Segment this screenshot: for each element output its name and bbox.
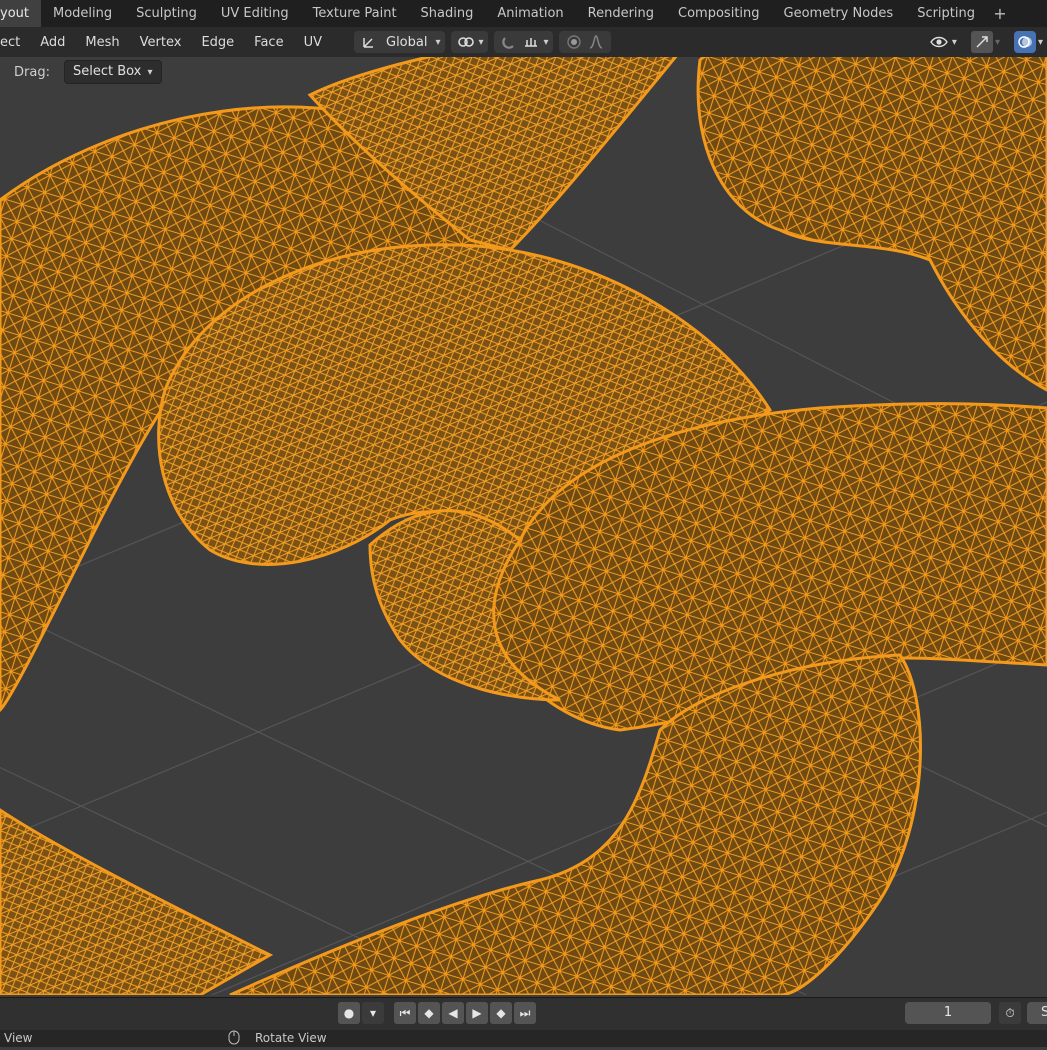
play-reverse-icon[interactable]: ◀ [442, 1002, 464, 1024]
menu-add[interactable]: Add [30, 35, 75, 50]
tab-texture-paint[interactable]: Texture Paint [301, 0, 409, 27]
proportional-group [558, 31, 611, 53]
mouse-icon [228, 1030, 240, 1050]
visibility-eye-icon [928, 31, 950, 53]
tab-shading[interactable]: Shading [409, 0, 486, 27]
timeline-bar: ● ▾ ⏮ ◆ ◀ ▶ ◆ ⏭ 1 ⏱ S [0, 997, 1047, 1030]
proportional-edit-icon[interactable] [563, 31, 585, 53]
menu-face[interactable]: Face [244, 35, 293, 50]
tab-rendering[interactable]: Rendering [576, 0, 666, 27]
overlay-icon [1013, 31, 1036, 53]
transform-orientation-icon [358, 31, 380, 53]
falloff-icon[interactable] [585, 31, 607, 53]
jump-end-icon[interactable]: ⏭ [514, 1002, 536, 1024]
current-frame-field[interactable]: 1 [905, 1002, 991, 1024]
tab-layout[interactable]: yout [0, 0, 41, 27]
visibility-dropdown[interactable]: ▾ [923, 31, 961, 53]
chevron-down-icon: ▾ [147, 67, 153, 78]
next-keyframe-icon[interactable]: ◆ [490, 1002, 512, 1024]
viewport-canvas [0, 27, 1047, 995]
tab-modeling[interactable]: Modeling [41, 0, 124, 27]
viewport-header: ect Add Mesh Vertex Edge Face UV Global … [0, 27, 1047, 57]
menu-vertex[interactable]: Vertex [130, 35, 192, 50]
tab-sculpting[interactable]: Sculpting [124, 0, 209, 27]
add-workspace-icon[interactable]: + [987, 4, 1013, 23]
tab-geometry-nodes[interactable]: Geometry Nodes [772, 0, 906, 27]
pivot-dropdown[interactable]: ▾ [450, 31, 488, 53]
drag-label: Drag: [14, 64, 50, 80]
snap-target-icon[interactable] [520, 31, 542, 53]
drag-select-dropdown[interactable]: Select Box ▾ [63, 60, 162, 84]
record-icon[interactable]: ● [338, 1002, 360, 1024]
workspace-tabs: yout Modeling Sculpting UV Editing Textu… [0, 0, 1047, 28]
chain-mesh [0, 27, 1047, 995]
transform-orientation-dropdown[interactable]: Global ▾ [354, 31, 445, 53]
tab-uv-editing[interactable]: UV Editing [209, 0, 301, 27]
frame-start-field[interactable]: S [1027, 1002, 1047, 1024]
status-rotate-text: Rotate View [255, 1031, 327, 1045]
jump-start-icon[interactable]: ⏮ [394, 1002, 416, 1024]
prev-keyframe-icon[interactable]: ◆ [418, 1002, 440, 1024]
status-view-text: View [4, 1031, 33, 1045]
chevron-down-icon: ▾ [435, 36, 441, 48]
chevron-down-icon: ▾ [994, 36, 1000, 48]
tab-animation[interactable]: Animation [485, 0, 575, 27]
chevron-down-icon[interactable]: ▾ [362, 1002, 384, 1024]
chevron-down-icon: ▾ [951, 36, 957, 48]
play-icon[interactable]: ▶ [466, 1002, 488, 1024]
timer-icon[interactable]: ⏱ [999, 1002, 1021, 1024]
drag-select-value: Select Box [72, 64, 142, 79]
3d-viewport[interactable] [0, 27, 1047, 995]
menu-edge[interactable]: Edge [191, 35, 244, 50]
overlay-toggle[interactable]: ▾ [1009, 31, 1047, 53]
chevron-down-icon: ▾ [1037, 36, 1043, 48]
menu-uv[interactable]: UV [294, 35, 332, 50]
gizmo-toggle[interactable]: ▾ [966, 31, 1004, 53]
snap-group: ▾ [493, 31, 553, 53]
gizmo-icon [970, 31, 993, 53]
menu-select[interactable]: ect [0, 35, 30, 50]
menu-mesh[interactable]: Mesh [75, 35, 129, 50]
tool-settings: Drag: Select Box ▾ [0, 57, 1047, 87]
transform-orientation-label: Global [386, 34, 428, 50]
chevron-down-icon[interactable]: ▾ [542, 37, 549, 48]
chevron-down-icon: ▾ [478, 36, 484, 48]
tab-compositing[interactable]: Compositing [666, 0, 772, 27]
pivot-link-icon [455, 31, 477, 53]
snap-magnet-icon[interactable] [498, 31, 520, 53]
tab-scripting[interactable]: Scripting [905, 0, 987, 27]
status-bar: View Rotate View [0, 1030, 1047, 1047]
